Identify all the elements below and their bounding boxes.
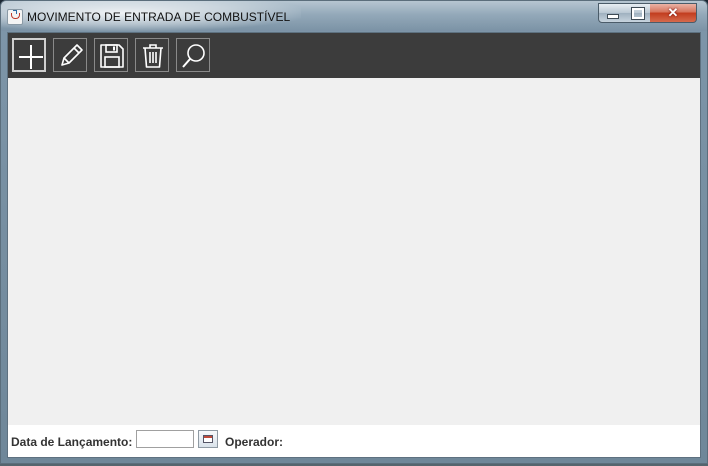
main-content-panel	[8, 78, 700, 425]
date-label: Data de Lançamento:	[11, 435, 133, 449]
window-title: MOVIMENTO DE ENTRADA DE COMBUSTÍVEL	[27, 10, 291, 24]
add-button[interactable]	[12, 38, 46, 72]
edit-button[interactable]	[53, 38, 87, 72]
client-area: Data de Lançamento: Operador:	[7, 32, 701, 458]
close-icon: ✕	[667, 5, 679, 20]
footer-panel: Data de Lançamento: Operador:	[8, 425, 700, 457]
title-bar[interactable]: MOVIMENTO DE ENTRADA DE COMBUSTÍVEL ✕	[1, 1, 707, 31]
calendar-icon	[203, 435, 213, 443]
trash-icon	[143, 44, 163, 68]
pencil-icon	[61, 44, 83, 66]
close-button[interactable]: ✕	[650, 3, 697, 23]
date-input[interactable]	[136, 430, 194, 448]
delete-button[interactable]	[135, 38, 169, 72]
maximize-button[interactable]	[624, 3, 651, 23]
plus-icon	[19, 45, 43, 69]
calendar-button[interactable]	[198, 430, 218, 448]
search-button[interactable]	[176, 38, 210, 72]
minimize-button[interactable]	[598, 3, 626, 23]
floppy-disk-icon	[100, 44, 124, 68]
magnifier-icon	[182, 44, 205, 68]
save-button[interactable]	[94, 38, 128, 72]
toolbar	[8, 33, 700, 78]
app-window: MOVIMENTO DE ENTRADA DE COMBUSTÍVEL ✕ Da…	[0, 0, 708, 464]
operator-label: Operador:	[225, 435, 284, 449]
java-app-icon[interactable]	[7, 9, 23, 25]
maximize-icon	[631, 7, 645, 20]
minimize-icon	[607, 14, 619, 19]
